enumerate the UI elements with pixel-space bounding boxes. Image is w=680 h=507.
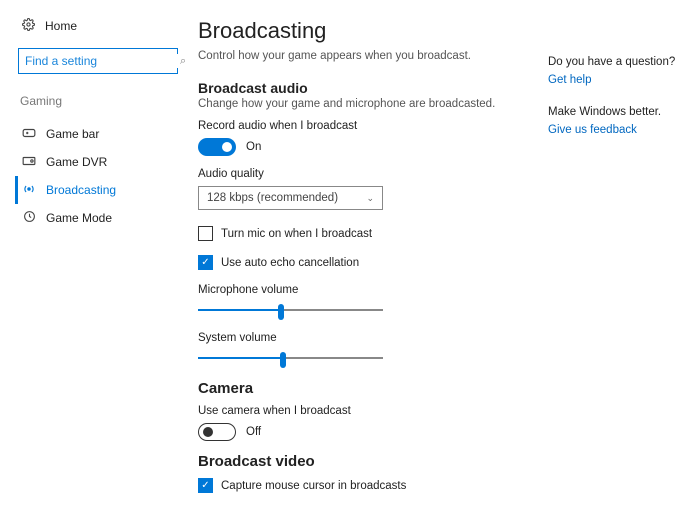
- audio-desc: Change how your game and microphone are …: [198, 98, 528, 110]
- echo-cancel-checkbox[interactable]: ✓: [198, 255, 213, 270]
- mic-volume-slider[interactable]: [198, 302, 383, 318]
- echo-cancel-label: Use auto echo cancellation: [221, 257, 359, 269]
- gear-icon: [22, 18, 35, 34]
- chevron-down-icon: ⌄: [366, 193, 374, 204]
- sidebar-item-label: Game bar: [46, 127, 99, 141]
- sidebar-item-label: Game DVR: [46, 155, 107, 169]
- record-audio-label: Record audio when I broadcast: [198, 120, 528, 132]
- record-audio-toggle[interactable]: [198, 138, 236, 156]
- home-label: Home: [45, 19, 77, 33]
- camera-toggle[interactable]: [198, 423, 236, 441]
- search-box[interactable]: ⌕: [18, 48, 178, 74]
- capture-cursor-checkbox[interactable]: ✓: [198, 478, 213, 493]
- broadcast-icon: [22, 182, 36, 199]
- capture-cursor-label: Capture mouse cursor in broadcasts: [221, 480, 406, 492]
- sidebar-item-broadcasting[interactable]: Broadcasting: [15, 176, 198, 204]
- camera-heading: Camera: [198, 380, 528, 397]
- dvr-icon: [22, 155, 36, 169]
- system-volume-label: System volume: [198, 332, 528, 344]
- category-label: Gaming: [18, 94, 198, 108]
- sidebar-item-label: Broadcasting: [46, 183, 116, 197]
- page-title: Broadcasting: [198, 18, 528, 44]
- dropdown-value: 128 kbps (recommended): [207, 192, 338, 204]
- camera-label: Use camera when I broadcast: [198, 405, 528, 417]
- mic-volume-label: Microphone volume: [198, 284, 528, 296]
- audio-quality-dropdown[interactable]: 128 kbps (recommended) ⌄: [198, 186, 383, 210]
- sidebar-item-game-bar[interactable]: Game bar: [15, 120, 198, 148]
- camera-state: Off: [246, 426, 261, 438]
- home-nav[interactable]: Home: [18, 18, 198, 34]
- search-icon: ⌕: [180, 55, 186, 68]
- search-input[interactable]: [25, 54, 180, 68]
- audio-quality-label: Audio quality: [198, 168, 528, 180]
- turn-mic-label: Turn mic on when I broadcast: [221, 228, 372, 240]
- get-help-link[interactable]: Get help: [548, 74, 678, 86]
- broadcast-audio-heading: Broadcast audio: [198, 80, 528, 96]
- feedback-intro: Make Windows better.: [548, 106, 678, 118]
- sidebar-item-game-dvr[interactable]: Game DVR: [15, 148, 198, 176]
- game-bar-icon: [22, 127, 36, 141]
- record-audio-state: On: [246, 141, 261, 153]
- game-mode-icon: [22, 210, 36, 226]
- sidebar-item-game-mode[interactable]: Game Mode: [15, 204, 198, 232]
- page-subtitle: Control how your game appears when you b…: [198, 50, 528, 62]
- broadcast-video-heading: Broadcast video: [198, 453, 528, 470]
- turn-mic-checkbox[interactable]: [198, 226, 213, 241]
- feedback-link[interactable]: Give us feedback: [548, 124, 678, 136]
- sidebar-item-label: Game Mode: [46, 211, 112, 225]
- question-text: Do you have a question?: [548, 56, 678, 68]
- system-volume-slider[interactable]: [198, 350, 383, 366]
